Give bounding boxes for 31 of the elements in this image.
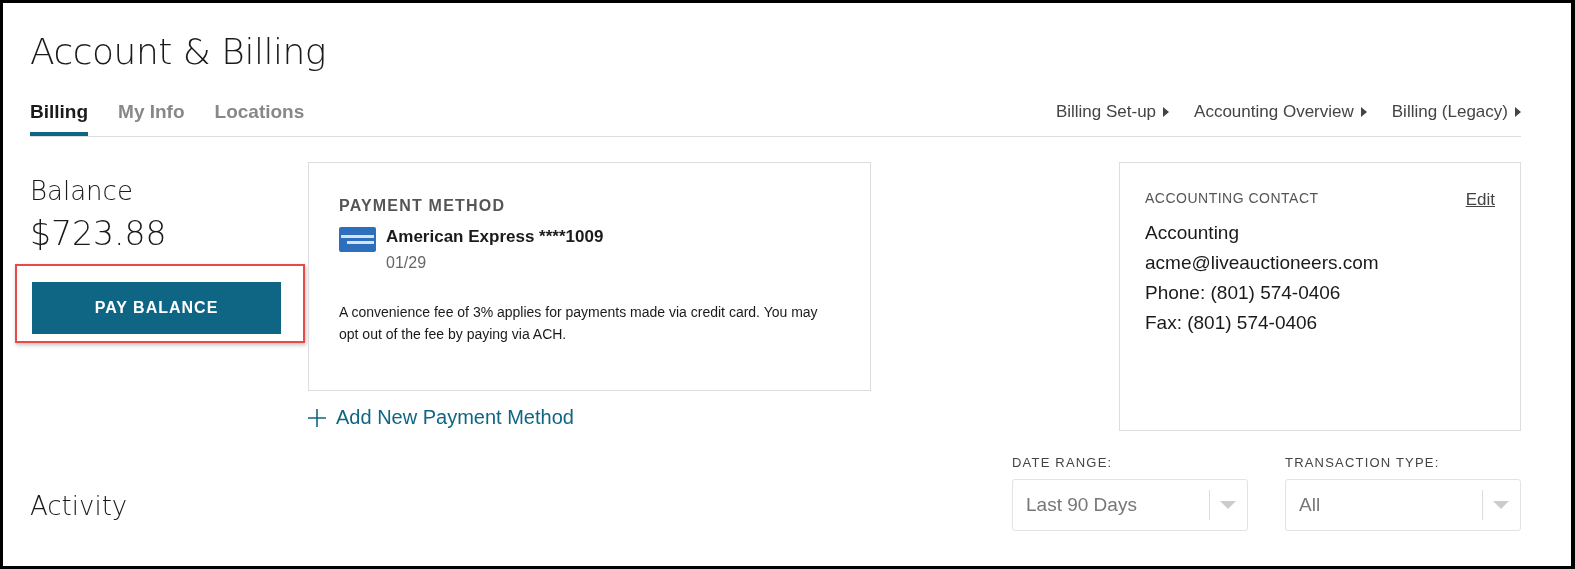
caret-icon [1163,107,1170,117]
section-heading: ACCOUNTING CONTACT [1145,190,1319,208]
plus-icon [308,408,326,427]
credit-card-icon [339,227,376,252]
edit-link[interactable]: Edit [1465,190,1495,210]
page-title: Account & Billing [30,30,327,74]
filter-label: DATE RANGE: [1012,455,1114,470]
contact-line: Fax: (801) 574-0406 [1145,311,1319,335]
section-heading: PAYMENT METHOD [339,197,507,215]
dropdown-caret-icon [1220,501,1236,509]
dropdown-caret-icon [1493,501,1509,509]
nav-link[interactable]: Accounting Overview [1194,102,1367,122]
fee-note: A convenience fee of 3% applies for payments made via credit card. You may opt out of the fee by paying via ACH. [339,303,819,344]
balance-label: Balance [30,176,134,206]
balance-amount: $723.88 [30,214,168,253]
contact-line: acme@liveauctioneers.com [1145,251,1380,275]
caret-icon [1360,107,1367,117]
contact-line: Phone: (801) 574-0406 [1145,281,1342,305]
add-payment-method-link[interactable]: Add New Payment Method [308,406,871,429]
tab[interactable]: My Info [118,101,185,136]
card-name: American Express ****1009 [386,227,604,247]
nav-link[interactable]: Billing Set-up [1055,102,1170,122]
pay-balance-button[interactable]: PAY BALANCE [32,282,281,334]
filter-label: TRANSACTION TYPE: [1285,455,1441,470]
tab[interactable]: Locations [214,101,305,136]
card-expiry: 01/29 [386,254,428,272]
contact-line: Accounting [1145,221,1240,245]
caret-icon [1515,107,1521,117]
tab[interactable]: Billing [30,101,89,136]
activity-heading: Activity [30,491,128,521]
nav-link[interactable]: Billing (Legacy) [1391,102,1521,122]
